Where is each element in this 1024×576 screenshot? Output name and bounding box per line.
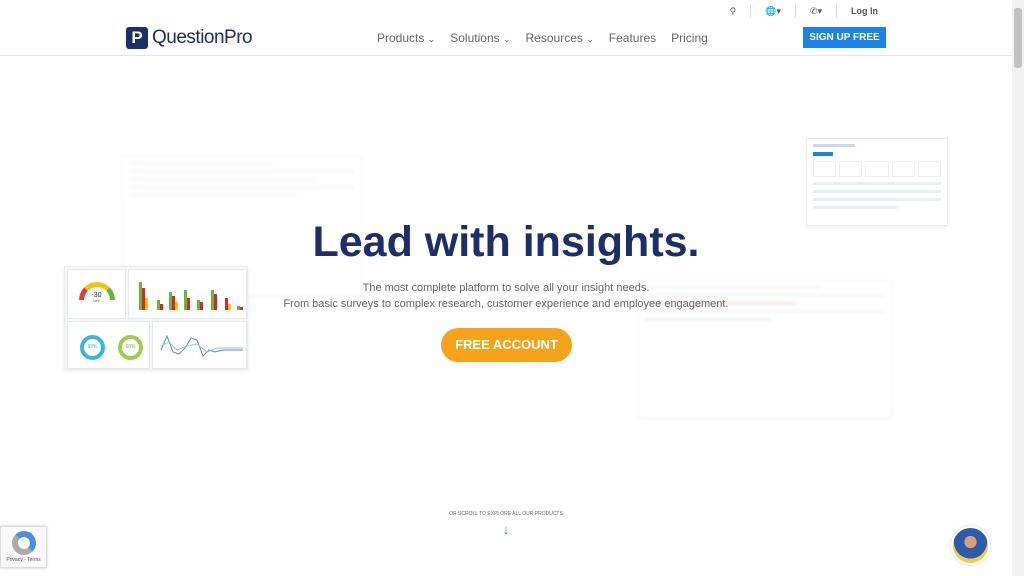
logo[interactable]: P QuestionPro — [126, 27, 253, 49]
chevron-down-icon: ⌄ — [586, 34, 594, 44]
scroll-hint: OR SCROLL TO EXPLORE ALL OUR PRODUCTS — [449, 511, 563, 517]
bar-chart — [139, 282, 243, 310]
login-link[interactable]: Log In — [836, 4, 892, 18]
completion-ring: 99% — [80, 335, 105, 360]
signup-button[interactable]: SIGN UP FREE — [803, 27, 886, 48]
scrollbar[interactable] — [1012, 0, 1024, 576]
nav-solutions[interactable]: Solutions ⌄ — [450, 31, 510, 45]
scrollbar-thumb[interactable] — [1014, 8, 1022, 68]
recaptcha-badge[interactable]: Privacy - Terms — [0, 526, 47, 568]
free-account-button[interactable]: FREE ACCOUNT — [441, 328, 572, 362]
table-dashboard-image — [806, 138, 948, 226]
search-icon[interactable]: ⚲ — [716, 4, 751, 18]
logo-mark: P — [126, 27, 148, 49]
nav-pricing[interactable]: Pricing — [671, 31, 708, 45]
phone-icon[interactable]: ✆▾ — [794, 4, 836, 18]
response-ring: 60% — [118, 335, 143, 360]
hero-subtitle-2: From basic surveys to complex research, … — [283, 298, 729, 310]
main-nav: Products ⌄ Solutions ⌄ Resources ⌄ Featu… — [377, 31, 708, 45]
bar-chart-panel — [128, 269, 247, 319]
recaptcha-links[interactable]: Privacy - Terms — [1, 557, 46, 563]
chevron-down-icon: ⌄ — [427, 34, 436, 44]
globe-icon[interactable]: 🌐▾ — [750, 4, 795, 18]
nav-features[interactable]: Features — [609, 31, 656, 45]
hero-title: Lead with insights. — [312, 218, 700, 266]
arrow-down-icon[interactable]: ↓ — [0, 522, 1012, 537]
header: ⚲ 🌐▾ ✆▾ Log In P QuestionPro Products ⌄ … — [0, 0, 1012, 56]
chat-avatar[interactable] — [951, 526, 990, 565]
logo-text: QuestionPro — [152, 27, 253, 48]
nav-resources[interactable]: Resources ⌄ — [526, 31, 594, 45]
hero-subtitle: The most complete platform to solve all … — [362, 282, 650, 294]
utility-bar: ⚲ 🌐▾ ✆▾ Log In — [716, 4, 892, 18]
nav-products[interactable]: Products ⌄ — [377, 31, 435, 45]
line-chart-panel — [152, 321, 247, 369]
chevron-down-icon: ⌄ — [502, 34, 511, 44]
recaptcha-icon — [11, 531, 36, 555]
